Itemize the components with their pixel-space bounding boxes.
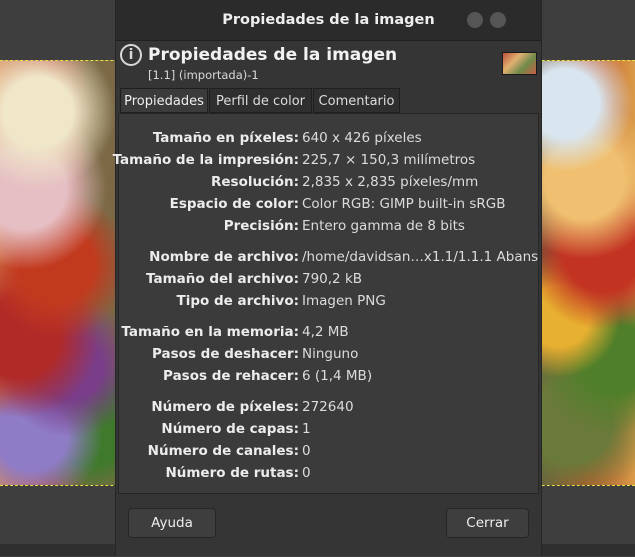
property-row: Pasos de rehacer: 6 (1,4 MB) [119,366,540,386]
property-row: Tamaño en píxeles: 640 x 426 píxeles [119,128,540,148]
property-row: Número de píxeles: 272640 [119,397,540,417]
close-button[interactable]: Cerrar [446,508,529,538]
property-row: Tipo de archivo: Imagen PNG [119,291,540,311]
property-value: 1 [302,421,311,437]
property-value: 6 (1,4 MB) [302,368,373,384]
property-value: 640 x 426 píxeles [302,130,422,146]
property-value: 0 [302,465,311,481]
property-row: Espacio de color: Color RGB: GIMP built-… [119,194,540,214]
property-label: Precisión: [223,218,299,234]
property-value: Imagen PNG [302,293,386,309]
image-properties-dialog: Propiedades de la imagen i Propiedades d… [113,0,542,556]
close-window-button[interactable] [490,12,506,28]
property-row: Tamaño del archivo: 790,2 kB [119,269,540,289]
header-subtitle: [1.1] (importada)-1 [148,68,259,82]
property-label: Tamaño de la impresión: [112,152,299,168]
property-value: Ninguno [302,346,359,362]
property-row: Número de canales: 0 [119,441,540,461]
property-label: Pasos de rehacer: [163,368,299,384]
property-row: Precisión: Entero gamma de 8 bits [119,216,540,236]
property-label: Número de rutas: [165,465,299,481]
property-label: Pasos de deshacer: [152,346,299,362]
property-value: 272640 [302,399,354,415]
property-row: Tamaño en la memoria: 4,2 MB [119,322,540,342]
property-label: Resolución: [210,174,299,190]
property-row: Número de rutas: 0 [119,463,540,483]
tab-comment[interactable]: Comentario [313,88,400,113]
property-row: Tamaño de la impresión: 225,7 × 150,3 mi… [113,150,540,170]
property-label: Número de canales: [147,443,299,459]
dialog-titlebar[interactable]: Propiedades de la imagen [116,0,541,41]
minimize-button[interactable] [467,12,483,28]
tab-properties[interactable]: Propiedades [120,88,208,113]
property-label: Espacio de color: [169,196,299,212]
property-value: 0 [302,443,311,459]
tab-color-profile[interactable]: Perfil de color [209,88,312,113]
property-row: Nombre de archivo: /home/davidsan…x1.1/1… [119,247,540,267]
property-label: Número de capas: [161,421,299,437]
property-row: Pasos de deshacer: Ninguno [119,344,540,364]
property-value: 2,835 x 2,835 píxeles/mm [302,174,479,190]
property-value: 225,7 × 150,3 milímetros [302,152,476,168]
properties-panel: Tamaño en píxeles: 640 x 426 píxeles Tam… [113,113,540,494]
property-label: Tamaño en píxeles: [152,130,299,146]
property-label: Nombre de archivo: [149,249,299,265]
property-label: Tamaño del archivo: [146,271,299,287]
property-value: Entero gamma de 8 bits [302,218,465,234]
property-row: Número de capas: 1 [119,419,540,439]
property-value: Color RGB: GIMP built-in sRGB [302,196,506,212]
property-label: Tipo de archivo: [176,293,299,309]
property-value: /home/davidsan…x1.1/1.1.1 Abans [302,249,539,265]
image-thumbnail [502,52,537,75]
property-label: Tamaño en la memoria: [121,324,299,340]
info-icon: i [120,44,142,66]
property-row: Resolución: 2,835 x 2,835 píxeles/mm [119,172,540,192]
property-value: 4,2 MB [302,324,349,340]
help-button[interactable]: Ayuda [128,508,216,538]
header-title: Propiedades de la imagen [148,45,398,65]
property-label: Número de píxeles: [151,399,299,415]
property-value: 790,2 kB [302,271,363,287]
